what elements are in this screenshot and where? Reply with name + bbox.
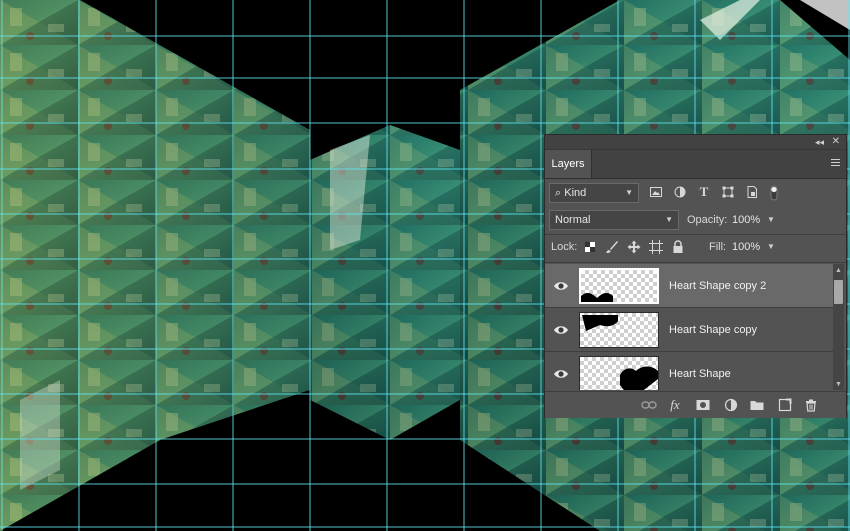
scroll-up-icon[interactable]: ▲ <box>833 266 844 276</box>
lock-transparent-pixels-icon[interactable] <box>583 240 597 254</box>
layer-name[interactable]: Heart Shape <box>669 352 731 390</box>
fill-value[interactable]: 100% <box>732 237 760 257</box>
blend-mode-dropdown[interactable]: Normal ▼ <box>549 210 679 230</box>
type-filter-icon[interactable]: T <box>697 185 711 199</box>
collapse-panel-icon[interactable]: ◂◂ <box>815 135 824 149</box>
lock-all-icon[interactable] <box>671 240 685 254</box>
panel-menu-icon[interactable] <box>831 159 840 167</box>
panel-title-bar: ◂◂ ✕ <box>545 135 846 150</box>
layer-row[interactable]: Heart Shape copy <box>545 308 833 352</box>
lock-image-pixels-icon[interactable] <box>605 240 619 254</box>
new-layer-icon[interactable] <box>777 397 793 413</box>
lock-artboard-icon[interactable] <box>649 240 663 254</box>
trash-icon[interactable] <box>803 397 819 413</box>
opacity-label: Opacity: <box>687 214 728 226</box>
chevron-down-icon: ▼ <box>625 188 633 197</box>
layers-footer: fx <box>545 391 846 418</box>
eye-icon[interactable] <box>553 278 569 294</box>
layers-scrollbar[interactable]: ▲ ▼ <box>833 264 844 390</box>
tab-layers[interactable]: Layers <box>545 150 592 178</box>
opacity-chevron-down-icon[interactable]: ▼ <box>767 210 775 230</box>
layer-thumbnail <box>579 312 659 348</box>
link-layers-icon[interactable] <box>641 397 657 413</box>
divider <box>545 262 846 263</box>
layer-name[interactable]: Heart Shape copy <box>669 308 757 352</box>
search-icon: ⌕ <box>555 187 562 199</box>
smart-object-filter-icon[interactable] <box>745 185 759 199</box>
layer-row[interactable]: Heart Shape <box>545 352 833 390</box>
lock-position-icon[interactable] <box>627 240 641 254</box>
filter-toggle-icon[interactable] <box>767 185 781 201</box>
blend-mode-value: Normal <box>555 214 591 226</box>
adjustment-layer-icon[interactable] <box>723 397 739 413</box>
layer-name[interactable]: Heart Shape copy 2 <box>669 264 766 308</box>
filter-kind-value: Kind <box>564 187 587 199</box>
image-filter-icon[interactable] <box>649 185 663 199</box>
mask-icon[interactable] <box>695 397 711 413</box>
fill-chevron-down-icon[interactable]: ▼ <box>767 237 775 257</box>
layer-row[interactable]: Heart Shape copy 2 <box>545 264 833 308</box>
shape-filter-icon[interactable] <box>721 185 735 199</box>
divider <box>545 234 846 235</box>
lock-row: Lock: Fill: 100% ▼ <box>545 237 846 259</box>
blend-row: Normal ▼ Opacity: 100% ▼ <box>545 210 846 232</box>
fx-icon[interactable]: fx <box>667 397 683 413</box>
chevron-down-icon: ▼ <box>665 215 673 224</box>
eye-icon[interactable] <box>553 322 569 338</box>
close-panel-icon[interactable]: ✕ <box>832 135 840 149</box>
filter-kind-dropdown[interactable]: ⌕ Kind ▼ <box>549 183 639 203</box>
panel-tab-row: Layers <box>545 150 846 179</box>
layer-thumbnail <box>579 268 659 304</box>
group-folder-icon[interactable] <box>749 397 765 413</box>
adjustment-filter-icon[interactable] <box>673 185 687 199</box>
filter-row: ⌕ Kind ▼ T <box>545 183 846 205</box>
scroll-down-icon[interactable]: ▼ <box>833 380 844 390</box>
eye-icon[interactable] <box>553 366 569 382</box>
opacity-value[interactable]: 100% <box>732 210 760 230</box>
lock-label: Lock: <box>551 241 578 253</box>
layers-panel: ◂◂ ✕ Layers ⌕ Kind ▼ T Normal ▼ Opacity:… <box>544 134 847 418</box>
layer-thumbnail <box>579 356 659 390</box>
scrollbar-thumb[interactable] <box>834 280 843 304</box>
fill-label: Fill: <box>709 241 727 253</box>
layers-list: Heart Shape copy 2 Heart Shape copy Hear… <box>545 264 833 390</box>
